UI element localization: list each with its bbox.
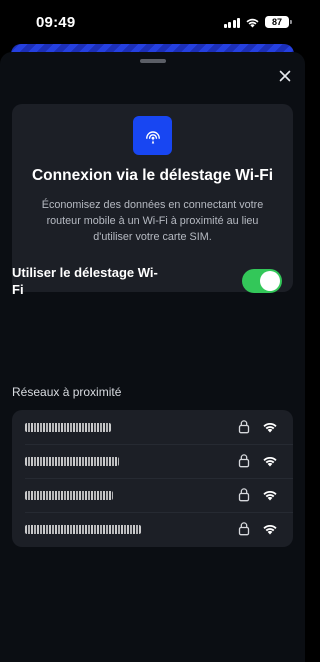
wifi-status-icon <box>245 17 260 28</box>
network-ssid-obscured <box>25 522 141 536</box>
network-item[interactable] <box>12 444 293 478</box>
nearby-networks-title: Réseaux à proximité <box>12 385 122 399</box>
lock-icon <box>238 454 250 468</box>
network-item[interactable] <box>12 512 293 546</box>
wifi-icon <box>263 456 277 467</box>
wifi-icon <box>263 490 277 501</box>
card-description: Économisez des données en connectant vot… <box>41 199 264 243</box>
wifi-offload-toggle[interactable] <box>242 269 282 293</box>
network-item[interactable] <box>12 478 293 512</box>
card-title: Connexion via le délestage Wi-Fi <box>31 167 274 184</box>
wifi-icon <box>263 422 277 433</box>
status-time: 09:49 <box>36 13 76 31</box>
screen: 09:49 87 Connexion via le délestage Wi-F… <box>0 0 305 662</box>
close-icon <box>279 70 291 82</box>
wifi-offload-icon <box>133 116 172 155</box>
sheet-grabber[interactable] <box>140 59 166 63</box>
network-ssid-obscured <box>25 454 119 468</box>
network-ssid-obscured <box>25 488 113 502</box>
toggle-label: Utiliser le délestage Wi-Fi <box>12 265 158 297</box>
status-indicators: 87 <box>223 16 292 28</box>
cellular-signal-icon <box>223 17 240 28</box>
lock-icon <box>238 488 250 502</box>
lock-icon <box>238 522 250 536</box>
bottom-sheet: Connexion via le délestage Wi-Fi Économi… <box>0 52 305 662</box>
lock-icon <box>238 420 250 434</box>
battery-icon: 87 <box>265 16 292 28</box>
toggle-knob <box>260 271 280 291</box>
network-list <box>12 410 293 547</box>
network-ssid-obscured <box>25 420 111 434</box>
status-bar: 09:49 87 <box>0 0 305 44</box>
wifi-icon <box>263 524 277 535</box>
close-button[interactable] <box>275 66 295 86</box>
network-item[interactable] <box>12 410 293 444</box>
